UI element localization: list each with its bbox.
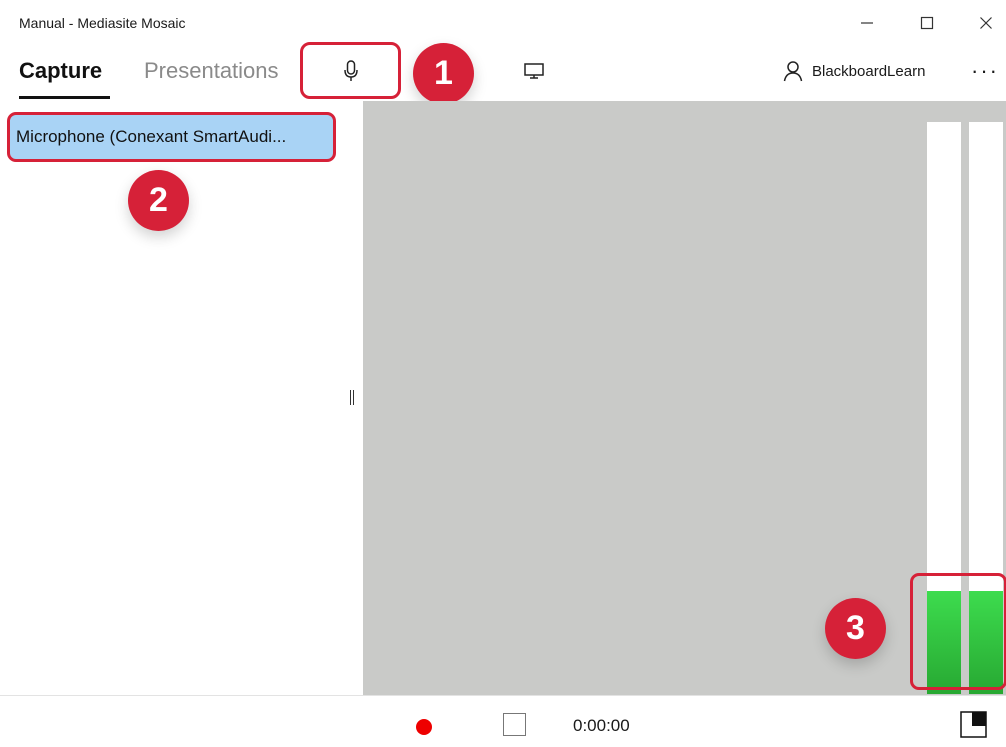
maximize-button[interactable]: [907, 8, 947, 38]
close-button[interactable]: [966, 8, 1006, 38]
minimize-button[interactable]: [847, 8, 887, 38]
tab-capture[interactable]: Capture: [19, 58, 102, 84]
maximize-icon: [920, 16, 934, 30]
record-button[interactable]: [416, 719, 432, 735]
microphone-icon: [343, 59, 358, 81]
user-account-button[interactable]: BlackboardLearn: [783, 56, 925, 86]
close-icon: [980, 17, 992, 29]
recording-timer: 0:00:00: [573, 716, 630, 735]
active-tab-indicator: [19, 96, 110, 99]
stop-button[interactable]: [503, 713, 526, 736]
user-name-label: BlackboardLearn: [812, 62, 926, 80]
callout-marker-1: 1: [413, 43, 474, 104]
recording-controls-bar: 0:00:00: [0, 695, 1006, 747]
microphone-button[interactable]: [300, 42, 401, 99]
app-window: Manual - Mediasite Mosaic Capture Presen…: [0, 0, 1006, 747]
main-toolbar: Capture Presentations BlackboardLearn ··…: [0, 42, 1006, 101]
tab-presentations[interactable]: Presentations: [144, 58, 279, 84]
window-title: Manual - Mediasite Mosaic: [19, 15, 186, 31]
screen-capture-button[interactable]: [516, 56, 552, 86]
user-icon: [783, 61, 803, 82]
microphone-device-item[interactable]: Microphone (Conexant SmartAudi...: [7, 112, 336, 162]
layout-toggle-button[interactable]: [960, 711, 987, 738]
minimize-icon: [861, 22, 873, 24]
pane-splitter-handle[interactable]: [348, 390, 356, 410]
callout-marker-2: 2: [128, 170, 189, 231]
more-options-button[interactable]: ···: [968, 56, 1002, 86]
title-bar: Manual - Mediasite Mosaic: [0, 0, 1006, 46]
audio-meter-highlight: [910, 573, 1006, 690]
monitor-icon: [524, 63, 544, 79]
layout-icon: [960, 711, 987, 738]
callout-marker-3: 3: [825, 598, 886, 659]
